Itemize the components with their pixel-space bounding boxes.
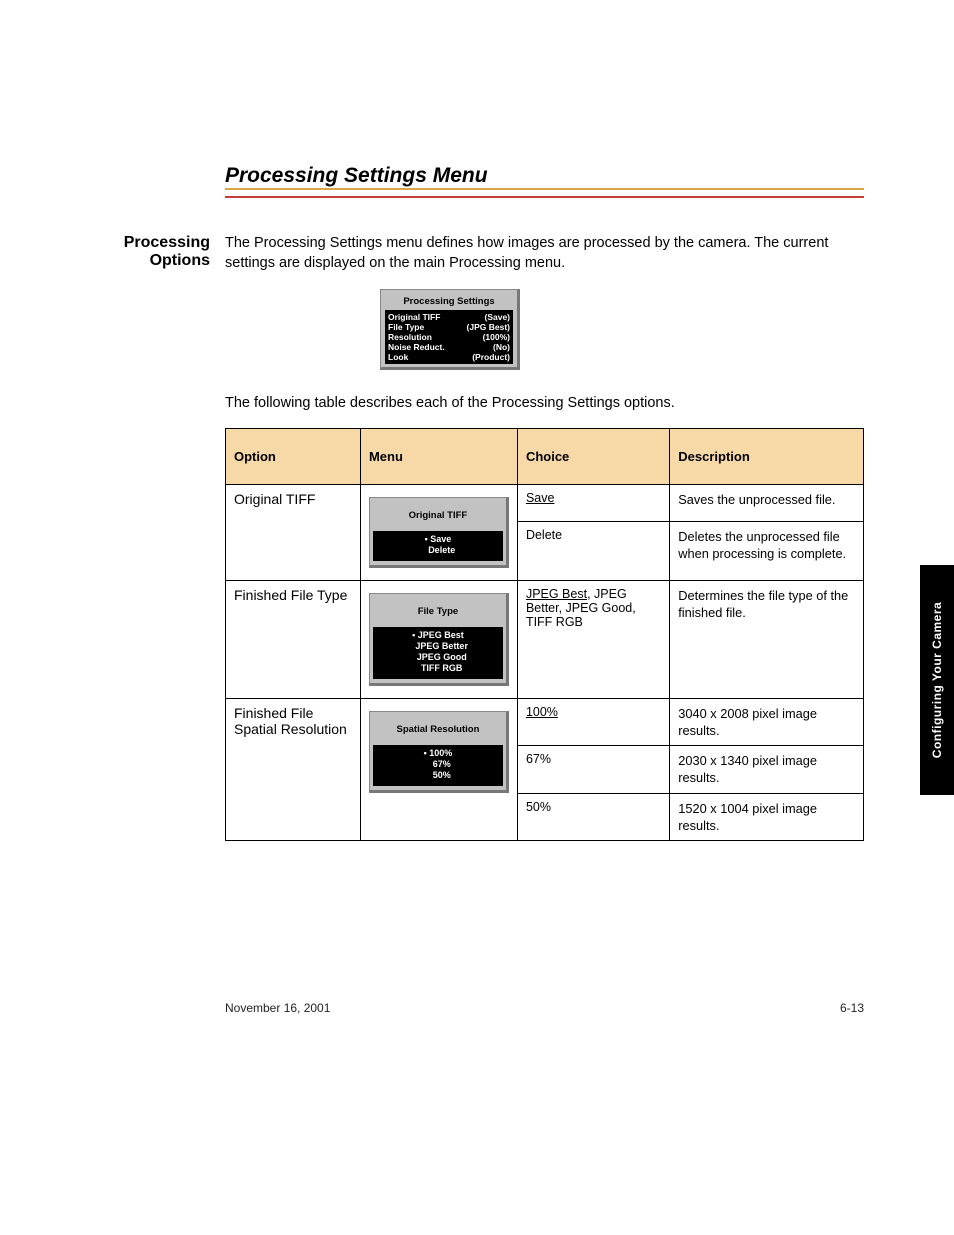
menu-cell: Original TIFF Save Delete [360, 484, 517, 580]
option-cell: Original TIFF [226, 484, 361, 580]
rule-gold [225, 188, 864, 190]
settings-panel-lcd: Original TIFF(Save) File Type(JPG Best) … [385, 310, 513, 364]
menu-item: TIFF RGB [379, 663, 497, 674]
menu-item: Save [379, 534, 497, 545]
col-choice: Choice [517, 428, 669, 484]
choice-cell: 50% [517, 793, 669, 841]
settings-val: (No) [493, 342, 510, 352]
desc-cell: Saves the unprocessed file. [670, 484, 864, 521]
menu-cell: File Type JPEG Best JPEG Better JPEG Goo… [360, 580, 517, 698]
choice-cell: Save [517, 484, 669, 521]
option-cell: Finished File Type [226, 580, 361, 698]
side-tab-label: Configuring Your Camera [930, 602, 944, 758]
option-cell: Finished File Spatial Resolution [226, 698, 361, 841]
intro-paragraph: The Processing Settings menu defines how… [225, 234, 864, 273]
settings-val: (100%) [483, 332, 510, 342]
settings-key: Resolution [388, 332, 432, 342]
settings-val: (Save) [484, 312, 510, 322]
menu-title: File Type [370, 594, 506, 627]
intro-side-label: Processing Options [90, 234, 210, 270]
settings-panel-title: Processing Settings [385, 294, 513, 310]
choice-text: Save [526, 491, 555, 505]
table-row: Finished File Spatial Resolution Spatial… [226, 698, 864, 746]
desc-cell: 3040 x 2008 pixel image results. [670, 698, 864, 746]
footer-page: 6-13 [840, 1001, 864, 1015]
spatial-resolution-menu: Spatial Resolution 100% 67% 50% [369, 711, 509, 793]
choice-text: 100% [526, 705, 558, 719]
settings-key: Noise Reduct. [388, 342, 445, 352]
menu-cell: Spatial Resolution 100% 67% 50% [360, 698, 517, 841]
menu-item: 67% [379, 759, 497, 770]
choice-cell: Delete [517, 522, 669, 581]
settings-key: Look [388, 352, 408, 362]
page: Processing Settings Menu Processing Opti… [0, 0, 954, 1075]
footer-date: November 16, 2001 [225, 1001, 330, 1015]
rule-red [225, 196, 864, 198]
menu-item: JPEG Better [379, 641, 497, 652]
col-option: Option [226, 428, 361, 484]
col-menu: Menu [360, 428, 517, 484]
settings-table: Option Menu Choice Description Original … [225, 428, 864, 842]
footer: November 16, 2001 6-13 [225, 1001, 864, 1015]
section-title: Processing Settings Menu [225, 164, 488, 187]
choice-cell: 67% [517, 746, 669, 794]
desc-cell: 1520 x 1004 pixel image results. [670, 793, 864, 841]
choice-underlined: JPEG Best [526, 587, 587, 601]
desc-cell: Determines the file type of the finished… [670, 580, 864, 698]
menu-item: JPEG Best [379, 630, 497, 641]
table-row: Finished File Type File Type JPEG Best J… [226, 580, 864, 698]
settings-val: (Product) [472, 352, 510, 362]
settings-key: File Type [388, 322, 424, 332]
choice-cell: 100% [517, 698, 669, 746]
menu-item: JPEG Good [379, 652, 497, 663]
desc-cell: Deletes the unprocessed file when proces… [670, 522, 864, 581]
processing-settings-panel: Processing Settings Original TIFF(Save) … [380, 289, 520, 370]
settings-key: Original TIFF [388, 312, 440, 322]
lead-paragraph: The following table describes each of th… [225, 394, 864, 414]
side-chapter-tab: Configuring Your Camera [920, 565, 954, 795]
menu-item: 100% [379, 748, 497, 759]
menu-title: Original TIFF [370, 498, 506, 531]
table-row: Original TIFF Original TIFF Save Delete … [226, 484, 864, 521]
menu-item: Delete [379, 545, 497, 556]
original-tiff-menu: Original TIFF Save Delete [369, 497, 509, 568]
settings-val: (JPG Best) [467, 322, 510, 332]
menu-item: 50% [379, 770, 497, 781]
menu-title: Spatial Resolution [370, 712, 506, 745]
file-type-menu: File Type JPEG Best JPEG Better JPEG Goo… [369, 593, 509, 686]
choice-cell: JPEG Best, JPEG Better, JPEG Good, TIFF … [517, 580, 669, 698]
desc-cell: 2030 x 1340 pixel image results. [670, 746, 864, 794]
col-description: Description [670, 428, 864, 484]
title-block: Processing Settings Menu [225, 164, 500, 188]
